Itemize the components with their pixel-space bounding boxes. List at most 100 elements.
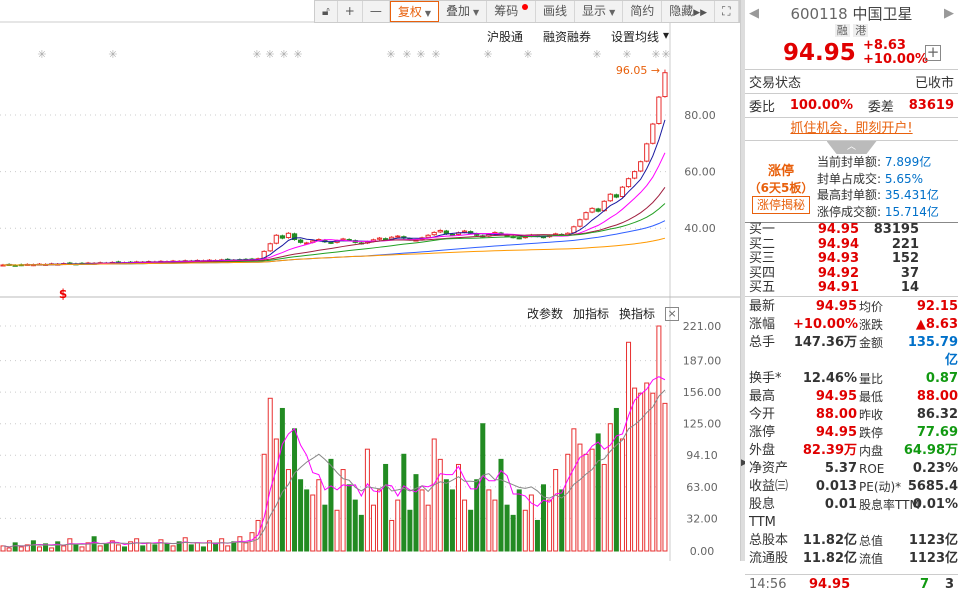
volume-tick-label: 156.00	[683, 386, 722, 399]
bid-price: 94.91	[817, 280, 859, 296]
wc-label: 委差	[867, 100, 894, 115]
unlock-icon: 🔓︎	[322, 4, 330, 18]
add-watchlist-button[interactable]: +	[925, 45, 941, 61]
bid-qty: 152	[891, 251, 919, 267]
candle	[662, 72, 668, 98]
prev-stock-icon[interactable]: ◀	[749, 6, 759, 21]
indicator-link[interactable]: 换指标	[619, 305, 655, 322]
toolbar-button-7[interactable]: 显示 ▼	[575, 1, 624, 22]
stat-label: 换手*	[749, 370, 782, 386]
candle	[613, 194, 620, 198]
indicator-link[interactable]: 改参数	[527, 305, 563, 322]
stat-value: 0.01	[824, 496, 857, 512]
toolbar-button-5[interactable]: 筹码	[487, 1, 537, 22]
volume-bar	[67, 538, 73, 552]
volume-bar	[583, 453, 589, 552]
volume-bar	[213, 543, 219, 552]
stat-value: 1123亿	[908, 532, 958, 548]
bid-row: 买二 94.94 221	[745, 236, 958, 253]
toolbar-button-unlock-icon[interactable]: 🔓︎	[315, 1, 338, 22]
volume-bar	[541, 484, 547, 552]
price-change: +8.63	[863, 38, 906, 53]
event-star-icon: ✳	[651, 48, 660, 61]
upper-link[interactable]: 设置均线	[611, 28, 659, 45]
candle	[273, 234, 279, 244]
stat-value: 94.95	[815, 298, 857, 314]
volume-bar	[504, 504, 510, 552]
stat-value: 147.36万	[793, 334, 857, 350]
wb-value: 100.00%	[789, 98, 854, 113]
toolbar-button-9[interactable]: 隐藏▶▶	[662, 1, 716, 22]
candle	[625, 178, 632, 188]
next-stock-icon[interactable]: ▶	[944, 6, 954, 21]
stat-value: 92.15	[916, 298, 958, 314]
volume-bar	[553, 469, 559, 552]
dividend-marker-icon: $	[59, 287, 67, 301]
toolbar-button-6[interactable]: 画线	[536, 1, 576, 22]
stat-value: 0.87	[925, 370, 958, 386]
volume-bar	[589, 448, 595, 552]
volume-bar	[6, 547, 12, 552]
toolbar-button-8[interactable]: 简约	[623, 1, 663, 22]
volume-bar	[407, 509, 413, 552]
stat-label: 总股本	[749, 532, 789, 548]
limit-info-value: 35.431亿	[884, 188, 939, 202]
stat-value: 5685.4	[907, 478, 958, 494]
volume-bar	[510, 514, 516, 552]
stat-label: 外盘	[749, 442, 776, 458]
toolbar-button-4[interactable]: 叠加 ▼	[439, 1, 488, 22]
candle	[644, 143, 650, 162]
volume-bar	[571, 428, 577, 552]
chart-area[interactable]: 40.00 60.00 80.00 0.00 32.00 63.00 94.10 125.00…	[0, 0, 740, 561]
more-icon: ▶▶	[693, 8, 708, 18]
toolbar-button-fullscreen-icon[interactable]: ⛶	[715, 1, 739, 22]
volume-bar	[30, 540, 36, 552]
toolbar-button-2[interactable]: —	[363, 1, 390, 22]
volume-bar	[492, 499, 498, 552]
stat-label: 涨幅	[749, 316, 776, 332]
volume-bar	[358, 514, 364, 552]
volume-bar	[565, 453, 571, 552]
stat-label: 均价	[859, 299, 884, 314]
price-ma60-line	[3, 220, 666, 266]
upper-link[interactable]: 沪股通	[487, 28, 523, 45]
event-star-icon: ✳	[402, 48, 411, 61]
tick-price: 94.95	[809, 577, 851, 593]
open-account-link[interactable]: 抓住机会，即刻开户!	[790, 121, 912, 136]
volume-bar	[431, 438, 437, 552]
stock-name: 中国卫星	[852, 4, 913, 23]
tag-hk: 港	[853, 24, 869, 37]
stat-label: 今开	[749, 406, 776, 422]
limit-reveal-button[interactable]: 涨停揭秘	[752, 196, 810, 214]
candle	[437, 229, 443, 233]
candle	[279, 235, 286, 239]
volume-bar	[377, 489, 383, 552]
last-price: 94.95	[783, 40, 856, 66]
limit-info-label: 涨停成交额:	[817, 204, 882, 219]
toolbar-button-1[interactable]: +	[338, 1, 363, 22]
kline-chart[interactable]: 40.00 60.00 80.00 0.00 32.00 63.00 94.10 125.00…	[0, 0, 740, 561]
collapse-up-icon[interactable]: ︿	[826, 141, 877, 154]
bid-label: 买二	[749, 236, 776, 252]
stat-label: 最高	[749, 388, 776, 404]
stat-label: 最新	[749, 298, 776, 314]
indicator-link[interactable]: 加指标	[573, 305, 609, 322]
volume-bar	[243, 542, 249, 552]
volume-bar	[170, 545, 176, 552]
toolbar-button-3[interactable]: 复权 ▼	[389, 1, 440, 22]
stat-label: 总值	[859, 533, 884, 548]
event-star-icon: ✳	[252, 48, 261, 61]
stat-label: 涨跌	[859, 317, 884, 332]
candle	[449, 233, 456, 236]
close-indicator-button[interactable]: ×	[665, 306, 680, 321]
bid-qty: 83195	[873, 222, 919, 237]
volume-bar	[340, 469, 346, 552]
event-star-icon: ✳	[622, 48, 631, 61]
price-ma120-line	[3, 237, 666, 266]
price-tick-label: 40.00	[684, 222, 716, 235]
limit-title: 涨停	[767, 164, 794, 179]
bid-row: 买一 94.95 83195	[745, 222, 958, 238]
upper-link[interactable]: 融资融券	[543, 28, 591, 45]
volume-bar	[115, 544, 121, 552]
stat-value: 1123亿	[908, 550, 958, 566]
